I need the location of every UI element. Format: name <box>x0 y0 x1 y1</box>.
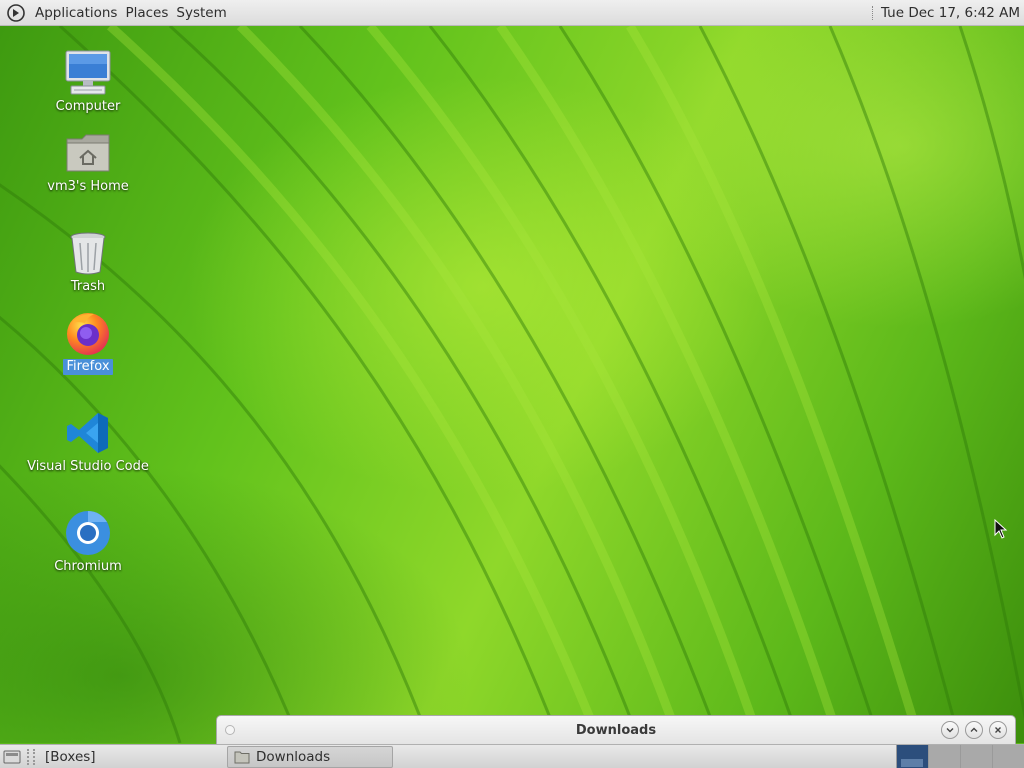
desktop-icon-label: vm3's Home <box>47 179 129 194</box>
taskbar-item-boxes[interactable]: [Boxes] <box>39 746 179 768</box>
window-title: Downloads <box>575 722 657 738</box>
desktop-icon-firefox[interactable]: Firefox <box>28 308 148 375</box>
desktop-icon-label: Trash <box>70 279 106 294</box>
downloads-window-titlebar[interactable]: Downloads <box>216 715 1016 744</box>
workspace-1[interactable] <box>896 744 928 768</box>
show-desktop-icon[interactable] <box>1 746 23 768</box>
taskbar-item-downloads[interactable]: Downloads <box>227 745 393 768</box>
menu-system[interactable]: System <box>172 5 230 21</box>
bottom-panel: [Boxes] Downloads <box>0 744 1024 768</box>
workspace-4[interactable] <box>992 744 1024 768</box>
panel-grip[interactable] <box>27 748 35 765</box>
top-panel: Applications Places System Tue Dec 17, 6… <box>0 0 1024 26</box>
desktop-icon-computer[interactable]: Computer <box>28 48 148 115</box>
desktop-wallpaper <box>0 26 1024 743</box>
desktop-icon-home[interactable]: vm3's Home <box>28 128 148 195</box>
menu-applications[interactable]: Applications <box>31 5 121 21</box>
workspace-switcher <box>896 744 1024 768</box>
desktop-icon-trash[interactable]: Trash <box>28 228 148 295</box>
minimize-icon[interactable] <box>941 721 959 739</box>
clock[interactable]: Tue Dec 17, 6:42 AM <box>881 5 1024 21</box>
computer-icon <box>63 48 113 98</box>
desktop-icon-chromium[interactable]: Chromium <box>28 508 148 575</box>
panel-separator <box>871 5 873 20</box>
distro-logo-icon[interactable] <box>6 3 26 23</box>
maximize-icon[interactable] <box>965 721 983 739</box>
mouse-cursor-icon <box>994 518 1008 543</box>
desktop-icon-label: Visual Studio Code <box>27 459 149 474</box>
trash-icon <box>63 228 113 278</box>
workspace-3[interactable] <box>960 744 992 768</box>
desktop-icon-label: Computer <box>55 99 121 114</box>
workspace-2[interactable] <box>928 744 960 768</box>
folder-icon <box>234 750 250 764</box>
leaf-texture <box>0 26 1024 743</box>
menu-places[interactable]: Places <box>121 5 172 21</box>
task-label: [Boxes] <box>45 748 96 765</box>
desktop-icon-vscode[interactable]: Visual Studio Code <box>27 408 149 475</box>
vscode-icon <box>63 408 113 458</box>
desktop-icon-label: Firefox <box>63 359 113 375</box>
desktop-icon-label: Chromium <box>54 559 122 574</box>
home-folder-icon <box>63 128 113 178</box>
close-icon[interactable] <box>989 721 1007 739</box>
firefox-icon <box>63 308 113 358</box>
chromium-icon <box>63 508 113 558</box>
task-label: Downloads <box>256 748 331 765</box>
